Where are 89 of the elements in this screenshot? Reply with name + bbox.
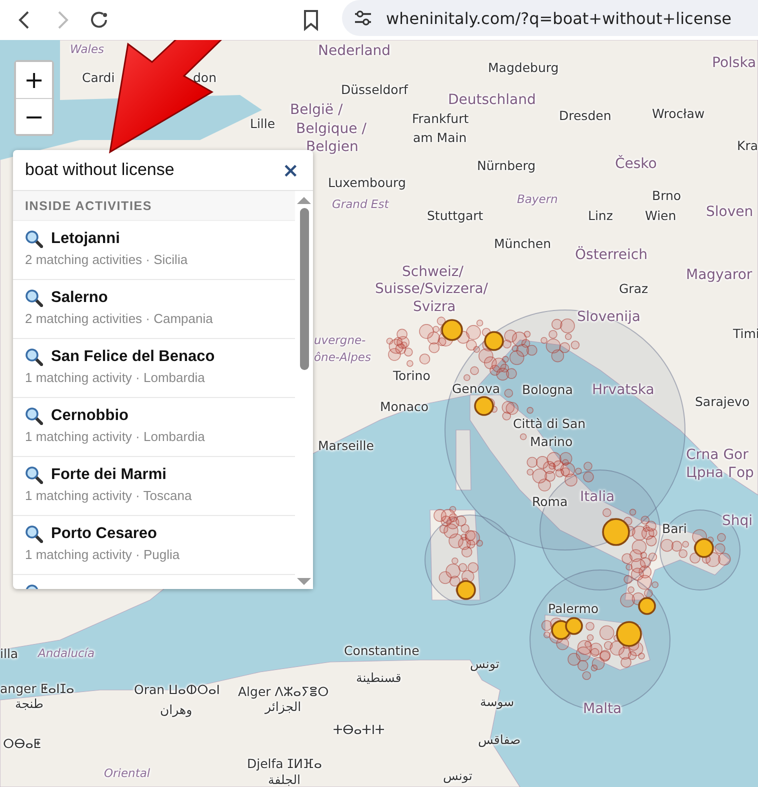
map-label: Linz	[588, 210, 613, 222]
map-label: Svizra	[413, 300, 456, 314]
map-label: Bologna	[522, 384, 573, 396]
result-title: Cernobbio	[51, 407, 128, 425]
section-heading: INSIDE ACTIVITIES	[13, 191, 295, 221]
result-detail: 1 matching activity · Toscana	[25, 488, 192, 503]
result-title: Porto Cesareo	[51, 525, 157, 543]
map-label: طنجة	[15, 698, 44, 710]
map-label: München	[494, 238, 552, 250]
map-label: Timi	[733, 328, 758, 340]
map-label: am Main	[413, 132, 467, 144]
result-title: Letojanni	[51, 230, 120, 248]
map-label: Wrocław	[652, 108, 705, 120]
map-label: Црна Гор	[686, 466, 754, 480]
map-label: Česko	[615, 157, 657, 171]
map-label: Brno	[652, 190, 682, 202]
result-detail: 1 matching activity · Puglia	[25, 547, 180, 562]
map-label: Marino	[530, 436, 573, 448]
map-label: Cardi	[82, 72, 115, 84]
map-label: Andalucía	[38, 648, 95, 660]
map-label: Magdeburg	[488, 62, 559, 74]
map-label: الجزائر	[265, 701, 302, 714]
map-label: Dresden	[559, 110, 612, 122]
map-label: Roma	[532, 496, 568, 508]
map-label: Lille	[250, 118, 276, 130]
map-label: Alger ⴷⵣⴰⵢⴻⵔ	[238, 686, 329, 698]
map-label: Nürnberg	[477, 160, 536, 172]
map-label: سوسة	[480, 696, 514, 708]
map-label: Italia	[580, 490, 615, 504]
map-label: Kra	[737, 140, 758, 152]
result-detail: 2 matching activities · Campania	[25, 311, 213, 326]
search-field[interactable]: boat without license ×	[13, 150, 313, 191]
map-label: Città di San	[513, 418, 586, 430]
map-label: الجلفة	[268, 774, 301, 786]
map-label: Suisse/Svizzera/	[375, 282, 488, 296]
map-label: Palermo	[548, 603, 599, 616]
clear-search-button[interactable]: ×	[278, 158, 303, 182]
map-label: ⵔⴱⴰⵟ	[3, 738, 42, 750]
map-label: Torino	[393, 370, 430, 382]
map-label: Polska	[712, 56, 756, 70]
map-label: uvergne-	[314, 335, 366, 346]
map-label: وهران	[160, 704, 192, 716]
map-label: Belgique /	[296, 122, 366, 136]
result-title: San Felice del Benaco	[51, 348, 215, 366]
map-label: Frankfurt	[412, 113, 469, 126]
map-label: صفاقس	[478, 734, 521, 746]
map-label: Stuttgart	[427, 210, 484, 222]
map-label: Grand Est	[332, 199, 389, 210]
map-label: Magyaror	[686, 268, 752, 282]
map-label: don	[193, 72, 217, 84]
address-bar[interactable]: wheninitaly.com/?q=boat+without+license	[342, 0, 758, 36]
map-label: ône-Alpes	[314, 352, 371, 364]
map-label: Malta	[583, 702, 622, 716]
map-label: Marseille	[318, 440, 374, 452]
map-label: Nederland	[318, 44, 391, 58]
map-label: België /	[290, 103, 343, 117]
map-label: Wales	[70, 44, 104, 56]
map-label: Djelfa ⵊⵍⴼⴰ	[247, 758, 322, 770]
map-label: Bari	[662, 523, 687, 536]
url-text: wheninitaly.com/?q=boat+without+license	[386, 8, 732, 28]
result-detail: 2 matching activities · Sicilia	[25, 252, 188, 267]
result-title: Salerno	[51, 289, 108, 307]
map-label: illa	[0, 648, 18, 660]
zoom-out-button[interactable]: −	[16, 98, 52, 134]
map-label: قسنطينة	[356, 672, 402, 684]
map-label: تونس	[470, 658, 500, 670]
map-label: Schweiz/	[402, 265, 464, 279]
map-label: Slovenija	[577, 310, 640, 324]
map-label: Oran ⵡⴰⵀⵔⴰⵏ	[134, 684, 220, 696]
result-detail: 1 matching activity · Lombardia	[25, 370, 205, 385]
result-title: Forte dei Marmi	[51, 466, 166, 484]
map-label: Sarajevo	[695, 396, 750, 408]
result-detail: 1 matching activity · Lombardia	[25, 429, 205, 444]
map-label: Bayern	[517, 194, 558, 206]
map-label: Genova	[452, 383, 500, 396]
map-label: Graz	[619, 283, 648, 296]
map-label: Deutschland	[448, 93, 536, 107]
map-label: Österreich	[575, 248, 648, 262]
map-label: anger ⵟⴰⵏⵊⴰ	[0, 683, 74, 696]
map-label: Düsseldorf	[341, 84, 408, 96]
map-label: ⵜⴱⴰⵜⵏⵜ	[333, 724, 385, 736]
map-label: Luxembourg	[328, 177, 406, 190]
map-label: Sloven	[706, 205, 754, 219]
map-label: Constantine	[344, 645, 420, 658]
map-label: Oriental	[104, 768, 150, 780]
map-label: تونس	[443, 770, 472, 782]
map-label: Wien	[645, 210, 676, 222]
map-label: Shqi	[722, 514, 753, 528]
map-label: Monaco	[380, 401, 429, 414]
